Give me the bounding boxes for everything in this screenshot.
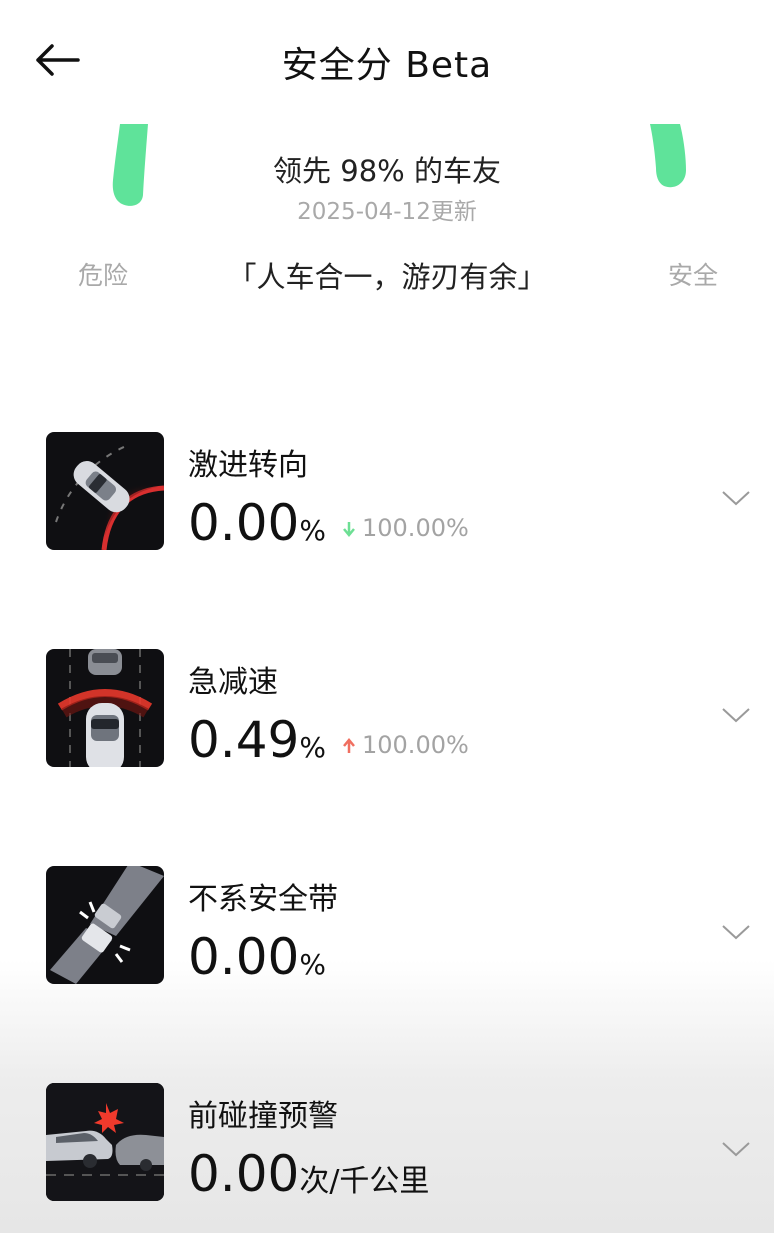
chevron-down-icon[interactable] bbox=[720, 488, 752, 508]
metric-number: 0.00 bbox=[188, 1145, 300, 1203]
metric-title: 前碰撞预警 bbox=[188, 1099, 338, 1134]
arrow-up-icon bbox=[343, 738, 355, 753]
metric-card-hard-braking[interactable]: 急减速 0.49% 100.00% bbox=[0, 649, 774, 779]
metric-card-aggressive-turn[interactable]: 激进转向 0.00% 100.00% bbox=[0, 432, 774, 562]
metric-value: 0.00% bbox=[188, 928, 326, 986]
aggressive-turn-car-icon bbox=[46, 432, 164, 550]
chevron-down-icon[interactable] bbox=[720, 922, 752, 942]
metric-number: 0.00 bbox=[188, 494, 300, 552]
lead-percentile-text: 领先 98% 的车友 bbox=[273, 154, 501, 188]
seatbelt-icon bbox=[46, 866, 164, 984]
metric-value: 0.49% bbox=[188, 711, 326, 769]
header: 安全分 Beta bbox=[0, 0, 774, 120]
metric-value: 0.00% bbox=[188, 494, 326, 552]
metric-card-forward-collision[interactable]: 前碰撞预警 0.00次/千公里 bbox=[0, 1083, 774, 1213]
metric-title: 急减速 bbox=[188, 665, 278, 700]
metric-number: 0.00 bbox=[188, 928, 300, 986]
metric-number: 0.49 bbox=[188, 711, 300, 769]
metric-unit: % bbox=[299, 514, 326, 547]
metric-trend: 100.00% bbox=[342, 731, 469, 759]
score-motto: 「人车合一，游刃有余」 bbox=[227, 260, 547, 294]
chevron-down-icon[interactable] bbox=[720, 1139, 752, 1159]
metric-trend: 100.00% bbox=[342, 514, 469, 542]
updated-date: 2025-04-12更新 bbox=[297, 199, 477, 225]
safe-label: 安全 bbox=[668, 261, 719, 290]
metric-card-no-seatbelt[interactable]: 不系安全带 0.00% bbox=[0, 866, 774, 996]
forward-collision-icon bbox=[46, 1083, 164, 1201]
metric-title: 不系安全带 bbox=[188, 882, 338, 917]
hard-braking-car-icon bbox=[46, 649, 164, 767]
metric-unit: % bbox=[299, 948, 326, 981]
page-title: 安全分 Beta bbox=[281, 45, 493, 86]
metric-title: 激进转向 bbox=[188, 448, 308, 483]
arrow-down-icon bbox=[343, 522, 355, 537]
metric-unit: 次/千公里 bbox=[299, 1164, 430, 1199]
chevron-down-icon[interactable] bbox=[720, 705, 752, 725]
metric-trend-value: 100.00% bbox=[362, 514, 469, 542]
metric-value: 0.00次/千公里 bbox=[188, 1145, 429, 1203]
metric-unit: % bbox=[299, 731, 326, 764]
metric-trend-value: 100.00% bbox=[362, 731, 469, 759]
